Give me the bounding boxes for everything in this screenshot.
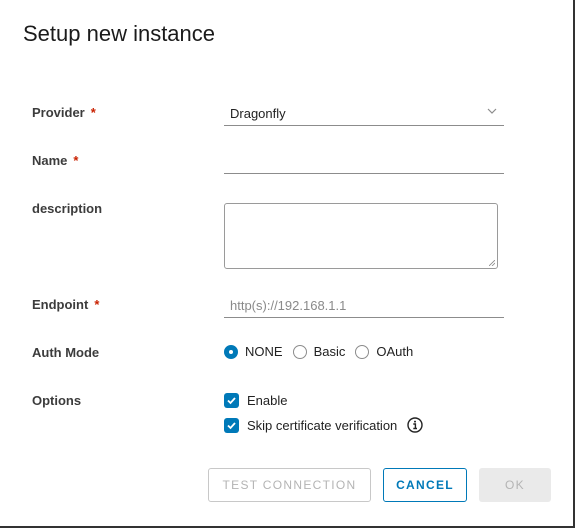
chevron-down-icon [487, 108, 497, 114]
checkmark-icon [227, 421, 236, 429]
skip-cert-checkbox-row[interactable]: Skip certificate verification [224, 417, 423, 433]
options-label: Options [32, 393, 82, 408]
auth-mode-oauth[interactable]: OAuth [355, 344, 413, 359]
setup-instance-dialog: Setup new instance Provider * Dragonfly N… [0, 0, 575, 528]
required-indicator: * [73, 153, 79, 168]
auth-mode-none[interactable]: NONE [224, 344, 283, 359]
provider-select-value: Dragonfly [230, 106, 286, 121]
endpoint-label: Endpoint * [32, 297, 100, 312]
description-label: description [32, 201, 103, 216]
skip-cert-checkbox[interactable] [224, 417, 239, 433]
endpoint-placeholder: http(s)://192.168.1.1 [230, 298, 347, 313]
provider-label: Provider * [32, 105, 96, 120]
endpoint-input[interactable]: http(s)://192.168.1.1 [224, 295, 504, 318]
auth-mode-label: Auth Mode [32, 345, 100, 360]
name-label: Name * [32, 153, 79, 168]
description-textarea[interactable] [224, 203, 498, 269]
ok-button[interactable]: OK [479, 468, 551, 502]
radio-unselected-icon[interactable] [355, 344, 370, 359]
radio-selected-icon[interactable] [224, 344, 238, 359]
auth-mode-radio-group: NONE Basic OAuth [224, 344, 423, 359]
provider-select[interactable]: Dragonfly [224, 103, 504, 126]
test-connection-button[interactable]: TEST CONNECTION [208, 468, 371, 502]
radio-unselected-icon[interactable] [292, 344, 307, 359]
required-indicator: * [94, 297, 100, 312]
cancel-button[interactable]: CANCEL [383, 468, 467, 502]
enable-checkbox-row[interactable]: Enable [224, 393, 287, 408]
required-indicator: * [90, 105, 96, 120]
checkmark-icon [227, 397, 236, 405]
info-circle-icon[interactable] [407, 417, 423, 433]
dialog-title: Setup new instance [23, 21, 216, 46]
resize-grip-icon[interactable] [489, 260, 495, 266]
auth-mode-basic[interactable]: Basic [292, 344, 345, 359]
name-input[interactable] [224, 151, 504, 174]
enable-checkbox[interactable] [224, 393, 239, 408]
